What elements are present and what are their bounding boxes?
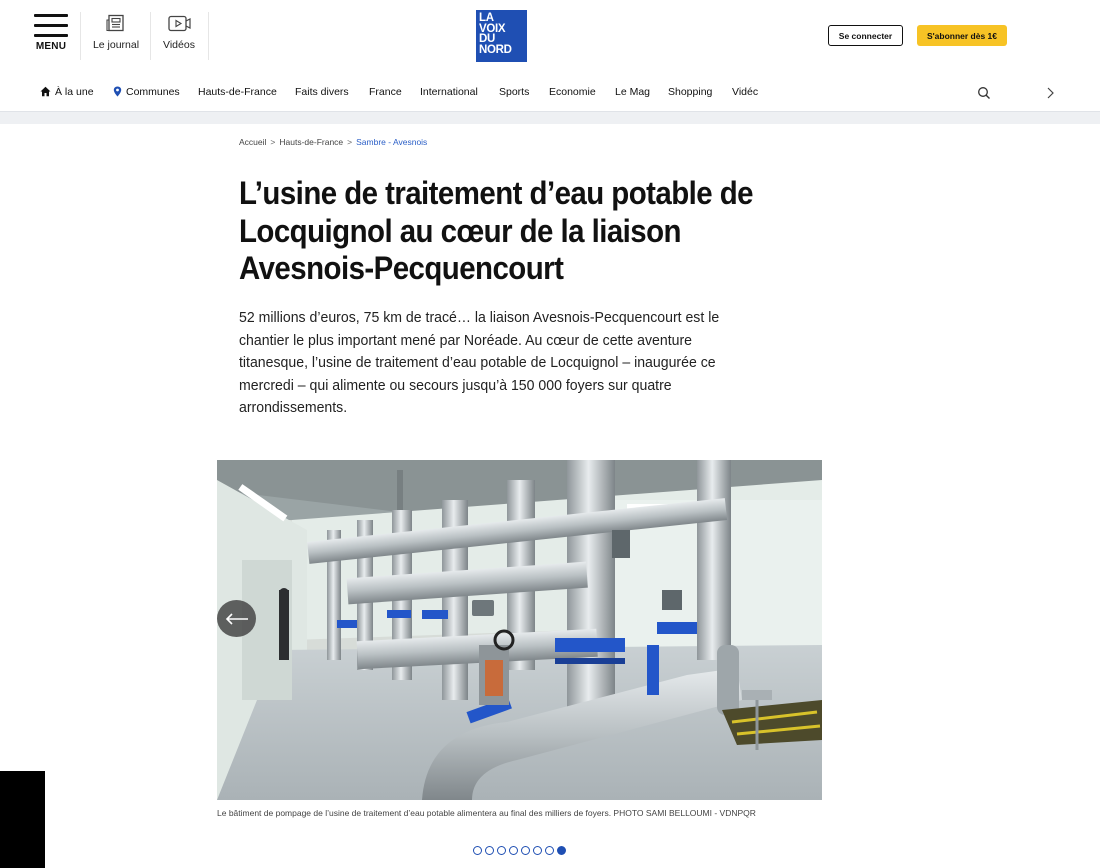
videos-label: Vidéos <box>163 39 195 51</box>
nav-item-label: À la une <box>55 86 94 98</box>
header-separator-band <box>0 111 1100 124</box>
pumping-station-illustration <box>217 460 822 800</box>
newspaper-icon <box>106 14 124 32</box>
location-pin-icon <box>113 86 122 97</box>
nav-item-le-mag[interactable]: Le Mag <box>615 86 650 98</box>
top-header: MENU Le journal Vidéos LA VOIX DU NORD S… <box>0 0 1100 74</box>
divider <box>80 12 81 60</box>
menu-button[interactable]: MENU <box>33 14 69 52</box>
logo-text-line: LA <box>479 12 494 24</box>
divider <box>208 12 209 60</box>
article-photo <box>217 460 822 800</box>
nav-scroll-right-button[interactable] <box>1045 86 1055 105</box>
carousel-dot[interactable] <box>497 846 506 855</box>
carousel-dot[interactable] <box>473 846 482 855</box>
nav-item-hauts-de-france[interactable]: Hauts-de-France <box>198 86 277 98</box>
carousel-dot-active[interactable] <box>557 846 566 855</box>
carousel-dot[interactable] <box>521 846 530 855</box>
journal-label: Le journal <box>92 39 140 51</box>
video-icon <box>168 15 191 32</box>
logo-text-line: NORD <box>479 43 512 56</box>
login-button[interactable]: Se connecter <box>828 25 903 46</box>
divider <box>150 12 151 60</box>
nav-item-label: Communes <box>126 86 180 98</box>
nav-item-international[interactable]: International <box>420 86 478 98</box>
nav-item-france[interactable]: France <box>369 86 402 98</box>
nav-item-shopping[interactable]: Shopping <box>668 86 712 98</box>
breadcrumb-separator: > <box>347 137 353 147</box>
search-button[interactable] <box>977 86 991 105</box>
breadcrumb: Accueil > Hauts-de-France > Sambre - Avesnoi… <box>239 137 427 147</box>
breadcrumb-item-sambre-avesnois[interactable]: Sambre - Avesnois <box>356 137 427 147</box>
nav-item-economie[interactable]: Economie <box>549 86 596 98</box>
carousel-dot[interactable] <box>533 846 542 855</box>
videos-button[interactable]: Vidéos <box>158 14 200 51</box>
search-icon <box>978 87 990 99</box>
arrow-left-icon <box>225 612 248 625</box>
chevron-right-icon <box>1047 87 1054 99</box>
nav-item-communes[interactable]: Communes <box>113 86 180 98</box>
carousel-dot[interactable] <box>485 846 494 855</box>
carousel-dot[interactable] <box>545 846 554 855</box>
breadcrumb-item-accueil[interactable]: Accueil <box>239 137 266 147</box>
carousel-prev-button[interactable] <box>217 600 256 637</box>
article-lead: 52 millions d’euros, 75 km de tracé… la … <box>239 309 720 416</box>
hamburger-icon <box>34 14 68 40</box>
nav-item-faits-divers[interactable]: Faits divers <box>295 86 349 98</box>
subscribe-button[interactable]: S'abonner dès 1€ <box>917 25 1007 46</box>
article-title: L’usine de traitement d’eau potable de L… <box>239 175 754 286</box>
nav-item-sports[interactable]: Sports <box>499 86 529 98</box>
site-logo[interactable]: LA VOIX DU NORD <box>476 10 527 62</box>
black-overlay-block <box>0 771 45 868</box>
menu-label: MENU <box>35 41 67 52</box>
breadcrumb-separator: > <box>270 137 276 147</box>
main-nav: À la une Communes Hauts-de-France Faits … <box>0 80 1100 106</box>
nav-item-a-la-une[interactable]: À la une <box>40 86 94 98</box>
nav-item-videos[interactable]: Vidéc <box>732 86 758 98</box>
home-icon <box>40 86 51 97</box>
carousel-dot[interactable] <box>509 846 518 855</box>
breadcrumb-item-hauts-de-france[interactable]: Hauts-de-France <box>279 137 343 147</box>
photo-caption: Le bâtiment de pompage de l’usine de tra… <box>217 808 756 818</box>
journal-button[interactable]: Le journal <box>92 14 140 51</box>
carousel-pagination <box>473 846 566 855</box>
logo-text-line: DU <box>479 33 496 45</box>
